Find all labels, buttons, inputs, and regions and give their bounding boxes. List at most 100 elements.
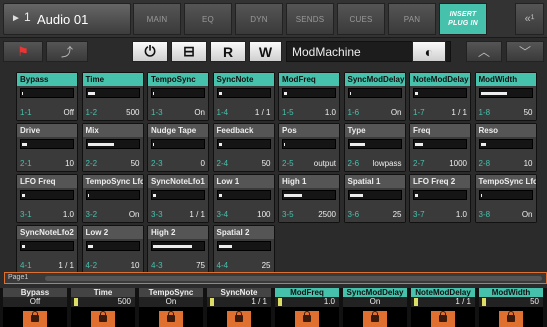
param-footer: 3-2 On <box>82 204 143 222</box>
view-tabs: MAIN EQ DYN SENDS CUES PAN INSERT PLUG I… <box>133 3 490 35</box>
param-cell[interactable]: Type 2-6 lowpass <box>343 123 406 172</box>
lock-button[interactable] <box>159 311 183 327</box>
param-footer: 3-6 25 <box>344 204 405 222</box>
param-cell[interactable]: High 2 4-3 75 <box>147 225 209 274</box>
param-name: SyncNote <box>213 73 274 86</box>
hardware-param-display: On <box>139 297 203 307</box>
param-cell[interactable]: Feedback 2-4 50 <box>212 123 275 172</box>
lock-icon <box>371 311 379 322</box>
param-meter <box>282 88 336 98</box>
lock-button[interactable] <box>499 311 523 327</box>
page-scroll-button[interactable]: «¹ <box>515 3 544 35</box>
param-cell[interactable]: Bypass 1-1 Off <box>16 72 78 121</box>
page-strip[interactable]: Page1 <box>4 272 547 284</box>
param-cell[interactable]: ModFreq 1-5 1.0 <box>278 72 340 121</box>
param-cell[interactable]: Low 2 4-2 10 <box>81 225 144 274</box>
param-cell[interactable]: Mix 2-2 50 <box>81 123 144 172</box>
lock-button[interactable] <box>23 311 47 327</box>
param-index: 2-7 <box>413 159 425 168</box>
read-button[interactable]: R <box>210 41 246 62</box>
param-cell[interactable]: LFO Freq 3-1 1.0 <box>16 174 78 223</box>
param-value: 1000 <box>449 159 467 168</box>
param-footer: 3-7 1.0 <box>410 204 470 222</box>
param-cell[interactable]: SyncNoteLfo2 4-1 1 / 1 <box>16 225 78 274</box>
param-index: 2-8 <box>478 159 491 168</box>
param-cell[interactable]: Spatial 1 3-6 25 <box>343 174 406 223</box>
hardware-param-name: SyncModDelay <box>343 288 407 297</box>
hardware-channel: SyncModDelay On <box>343 288 407 327</box>
lock-button[interactable] <box>363 311 387 327</box>
param-name: SyncNoteLfo2 <box>17 226 77 239</box>
tab-pan[interactable]: PAN <box>388 3 436 35</box>
power-button[interactable]: ⏻ <box>132 41 168 62</box>
write-button[interactable]: W <box>249 41 282 62</box>
return-button[interactable]: ⤴ <box>46 41 88 62</box>
param-cell[interactable]: Reso 2-8 10 <box>474 123 537 172</box>
param-meter-fill <box>218 194 222 197</box>
return-arrow-icon: ⤴ <box>60 45 73 59</box>
hardware-param-display: Off <box>3 297 67 307</box>
param-cell[interactable]: Drive 2-1 10 <box>16 123 78 172</box>
lock-row <box>411 307 475 327</box>
param-meter-fill <box>349 194 363 197</box>
param-value: 25 <box>261 261 271 270</box>
param-cell[interactable]: High 1 3-5 2500 <box>278 174 340 223</box>
hardware-param-name: ModWidth <box>479 288 543 297</box>
page-scrollbar[interactable] <box>45 276 542 281</box>
param-index: 3-1 <box>20 210 32 219</box>
param-cell[interactable]: SyncNote 1-4 1 / 1 <box>212 72 275 121</box>
lock-button[interactable] <box>431 311 455 327</box>
param-cell[interactable]: Pos 2-5 output <box>278 123 340 172</box>
param-cell[interactable]: SyncModDelay 1-6 On <box>343 72 406 121</box>
hardware-param-name: Time <box>71 288 135 297</box>
param-cell[interactable]: TempoSync Lfo2 3-8 On <box>474 174 537 223</box>
param-footer: 1-1 Off <box>17 102 77 120</box>
param-name: Feedback <box>213 124 274 137</box>
flag-button[interactable]: ⚑ <box>3 41 43 62</box>
lock-icon <box>439 311 447 322</box>
param-cell[interactable]: LFO Freq 2 3-7 1.0 <box>409 174 471 223</box>
plugin-settings-button[interactable]: ◐ <box>412 41 446 62</box>
page-up-button[interactable]: ︿ <box>466 41 502 62</box>
param-footer: 4-1 1 / 1 <box>17 255 77 273</box>
param-name: LFO Freq 2 <box>410 175 470 188</box>
param-cell[interactable]: Freq 2-7 1000 <box>409 123 471 172</box>
param-cell[interactable]: NoteModDelay 1-7 1 / 1 <box>409 72 471 121</box>
param-cell[interactable]: ModWidth 1-8 50 <box>474 72 537 121</box>
param-footer: 3-3 1 / 1 <box>148 204 208 222</box>
lock-button[interactable] <box>91 311 115 327</box>
param-cell[interactable]: TempoSync 1-3 On <box>147 72 209 121</box>
param-meter-fill <box>349 143 366 146</box>
param-value: lowpass <box>372 159 402 168</box>
param-cell[interactable]: Low 1 3-4 100 <box>212 174 275 223</box>
param-cell[interactable]: Spatial 2 4-4 25 <box>212 225 275 274</box>
top-bar: ► 1 Audio 01 MAIN EQ DYN SENDS CUES PAN … <box>0 0 547 38</box>
param-value: 10 <box>523 159 533 168</box>
tab-cues[interactable]: CUES <box>337 3 385 35</box>
page-down-button[interactable]: ﹀ <box>506 41 544 62</box>
tab-insert-plugin[interactable]: INSERT PLUG IN <box>439 3 487 35</box>
param-value: On <box>194 108 205 117</box>
tab-sends[interactable]: SENDS <box>286 3 334 35</box>
hardware-channel: Time 500 <box>71 288 135 327</box>
param-meter-fill <box>284 92 287 95</box>
param-value: 1 / 1 <box>189 210 205 219</box>
param-cell[interactable]: Time 1-2 500 <box>81 72 144 121</box>
param-meter-fill <box>22 143 28 146</box>
tab-eq[interactable]: EQ <box>184 3 232 35</box>
lock-row <box>479 307 543 327</box>
param-cell[interactable]: TempoSync Lfo1 3-2 On <box>81 174 144 223</box>
param-footer: 4-3 75 <box>148 255 208 273</box>
param-cell[interactable]: SyncNoteLfo1 3-3 1 / 1 <box>147 174 209 223</box>
tab-dyn[interactable]: DYN <box>235 3 283 35</box>
tab-main[interactable]: MAIN <box>133 3 181 35</box>
lock-button[interactable] <box>227 311 251 327</box>
track-selector[interactable]: ► 1 Audio 01 <box>3 3 131 35</box>
track-name: Audio 01 <box>37 12 89 27</box>
param-name: Type <box>344 124 405 137</box>
compare-button[interactable]: ⊟ <box>171 41 207 62</box>
param-meter <box>347 190 402 200</box>
lock-button[interactable] <box>295 311 319 327</box>
param-cell[interactable]: Nudge Tape 2-3 0 <box>147 123 209 172</box>
hardware-param-name: TempoSync <box>139 288 203 297</box>
